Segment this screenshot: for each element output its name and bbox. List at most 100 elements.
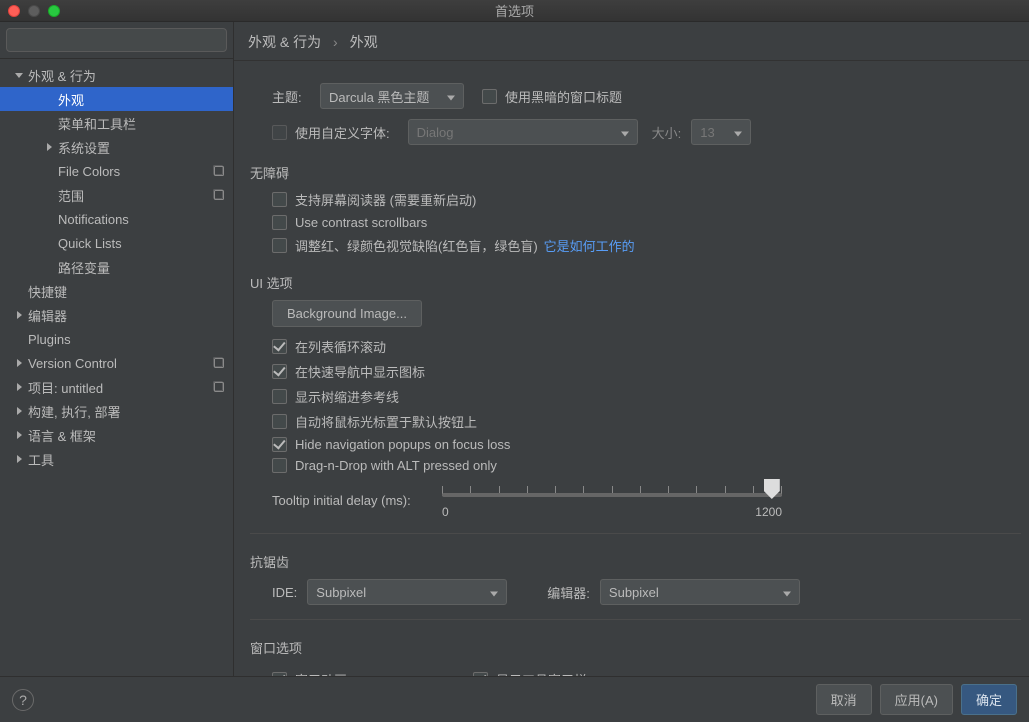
cyclic-list-checkbox[interactable] (272, 339, 287, 354)
chevron-down-icon (447, 89, 455, 104)
sidebar-item-0[interactable]: 外观 & 行为 (0, 63, 233, 87)
sidebar-item-11[interactable]: Plugins (0, 327, 233, 351)
ide-aa-select[interactable]: Subpixel (307, 579, 507, 605)
quick-nav-icons-checkbox[interactable] (272, 364, 287, 379)
chevron-right-icon (14, 406, 24, 416)
color-deficiency-checkbox[interactable] (272, 238, 287, 253)
window-options-header: 窗口选项 (250, 638, 1021, 657)
sidebar-item-16[interactable]: 工具 (0, 447, 233, 471)
sidebar-item-6[interactable]: Notifications (0, 207, 233, 231)
sidebar-item-label: Version Control (28, 356, 213, 371)
font-family-value: Dialog (417, 125, 454, 140)
close-window-button[interactable] (8, 5, 20, 17)
theme-label: 主题: (272, 87, 308, 106)
maximize-window-button[interactable] (48, 5, 60, 17)
sidebar-item-14[interactable]: 构建, 执行, 部署 (0, 399, 233, 423)
custom-font-checkbox[interactable] (272, 125, 287, 140)
project-scope-icon (213, 165, 227, 177)
apply-button[interactable]: 应用(A) (880, 684, 953, 715)
cancel-button[interactable]: 取消 (816, 684, 872, 715)
project-scope-icon (213, 381, 227, 393)
settings-tree[interactable]: 外观 & 行为外观菜单和工具栏系统设置 File Colors 范围Notifica… (0, 59, 233, 676)
color-deficiency-label: 调整红、绿颜色视觉缺陷(红色盲，绿色盲) (295, 236, 538, 255)
auto-cursor-label: 自动将鼠标光标置于默认按钮上 (295, 412, 477, 431)
sidebar-item-label: 外观 (58, 90, 233, 109)
breadcrumb-separator: › (333, 34, 338, 50)
font-family-select[interactable]: Dialog (408, 119, 638, 145)
sidebar-item-label: 构建, 执行, 部署 (28, 402, 233, 421)
project-scope-icon (213, 189, 227, 201)
sidebar-item-7[interactable]: Quick Lists (0, 231, 233, 255)
chevron-right-icon (14, 382, 24, 392)
font-size-field[interactable]: 13 (691, 119, 751, 145)
tree-indent-label: 显示树缩进参考线 (295, 387, 399, 406)
sidebar-item-label: 路径变量 (58, 258, 233, 277)
antialiasing-header: 抗锯齿 (250, 552, 1021, 571)
screen-reader-label: 支持屏幕阅读器 (需要重新启动) (295, 190, 476, 209)
chevron-right-icon (14, 310, 24, 320)
sidebar-item-label: Quick Lists (58, 236, 233, 251)
help-button[interactable]: ? (12, 689, 34, 711)
screen-reader-checkbox[interactable] (272, 192, 287, 207)
minimize-window-button[interactable] (28, 5, 40, 17)
dialog-footer: ? 取消 应用(A) 确定 (0, 676, 1029, 722)
custom-font-label: 使用自定义字体: (295, 123, 390, 142)
chevron-down-icon (621, 125, 629, 140)
traffic-lights (8, 5, 60, 17)
sidebar-item-label: 菜单和工具栏 (58, 114, 233, 133)
sidebar-item-label: 语言 & 框架 (28, 426, 233, 445)
background-image-button[interactable]: Background Image... (272, 300, 422, 327)
titlebar: 首选项 (0, 0, 1029, 22)
breadcrumb-leaf: 外观 (350, 34, 378, 50)
sidebar-item-label: 项目: untitled (28, 378, 213, 397)
accessibility-header: 无障碍 (250, 163, 1021, 182)
dark-title-label: 使用黑暗的窗口标题 (505, 87, 622, 106)
sidebar-item-2[interactable]: 菜单和工具栏 (0, 111, 233, 135)
sidebar-item-13[interactable]: 项目: untitled (0, 375, 233, 399)
search-input[interactable] (6, 28, 227, 52)
sidebar-item-9[interactable]: 快捷键 (0, 279, 233, 303)
chevron-right-icon (14, 430, 24, 440)
contrast-scrollbars-checkbox[interactable] (272, 215, 287, 230)
dark-title-checkbox[interactable] (482, 89, 497, 104)
chevron-right-icon (14, 358, 24, 368)
theme-select-value: Darcula 黑色主题 (329, 87, 429, 106)
sidebar-item-label: 工具 (28, 450, 233, 469)
auto-cursor-checkbox[interactable] (272, 414, 287, 429)
sidebar-item-3[interactable]: 系统设置 (0, 135, 233, 159)
contrast-scrollbars-label: Use contrast scrollbars (295, 215, 427, 230)
editor-aa-select[interactable]: Subpixel (600, 579, 800, 605)
sidebar-item-10[interactable]: 编辑器 (0, 303, 233, 327)
breadcrumb: 外观 & 行为 › 外观 (234, 22, 1029, 61)
breadcrumb-root[interactable]: 外观 & 行为 (248, 34, 321, 50)
how-it-works-link[interactable]: 它是如何工作的 (544, 236, 635, 255)
ui-options-header: UI 选项 (250, 273, 1021, 292)
ide-aa-value: Subpixel (316, 585, 366, 600)
tooltip-delay-label: Tooltip initial delay (ms): (272, 489, 442, 508)
ok-button[interactable]: 确定 (961, 684, 1017, 715)
tooltip-delay-slider[interactable]: 0 1200 (442, 489, 782, 519)
sidebar-item-label: 系统设置 (58, 138, 233, 157)
sidebar-item-4[interactable]: File Colors (0, 159, 233, 183)
theme-select[interactable]: Darcula 黑色主题 (320, 83, 464, 109)
chevron-down-icon (14, 70, 24, 80)
slider-max-label: 1200 (755, 505, 782, 519)
sidebar-item-5[interactable]: 范围 (0, 183, 233, 207)
sidebar-item-label: 快捷键 (28, 282, 233, 301)
font-size-label: 大小: (652, 123, 682, 142)
sidebar-item-8[interactable]: 路径变量 (0, 255, 233, 279)
sidebar-item-15[interactable]: 语言 & 框架 (0, 423, 233, 447)
quick-nav-icons-label: 在快速导航中显示图标 (295, 362, 425, 381)
sidebar-item-label: File Colors (58, 164, 213, 179)
chevron-down-icon (490, 585, 498, 600)
ide-aa-label: IDE: (272, 585, 297, 600)
hide-popups-checkbox[interactable] (272, 437, 287, 452)
sidebar-item-label: Plugins (28, 332, 233, 347)
hide-popups-label: Hide navigation popups on focus loss (295, 437, 510, 452)
sidebar-item-12[interactable]: Version Control (0, 351, 233, 375)
tree-indent-checkbox[interactable] (272, 389, 287, 404)
settings-content[interactable]: 主题: Darcula 黑色主题 使用黑暗的窗口标题 使用自定义字体: Dial… (234, 61, 1029, 676)
sidebar-item-label: 外观 & 行为 (28, 66, 233, 85)
sidebar-item-1[interactable]: 外观 (0, 87, 233, 111)
dnd-alt-checkbox[interactable] (272, 458, 287, 473)
